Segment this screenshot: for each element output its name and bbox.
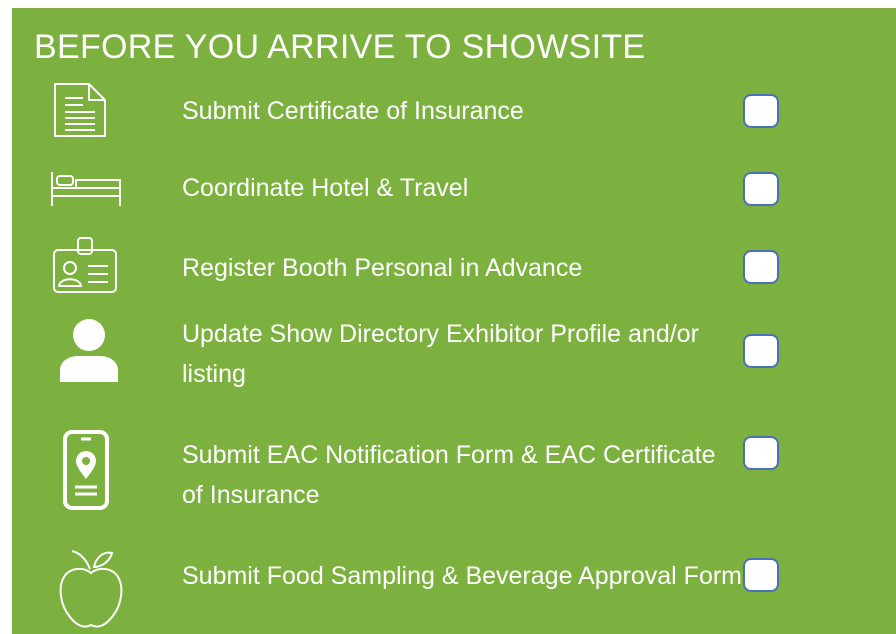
checkbox-eac[interactable] xyxy=(743,436,779,470)
page-title: BEFORE YOU ARRIVE TO SHOWSITE xyxy=(34,28,646,66)
person-icon xyxy=(60,319,118,382)
apple-icon xyxy=(59,550,123,628)
hotel-bed-icon xyxy=(51,172,121,206)
checklist-item-label: Coordinate Hotel & Travel xyxy=(182,174,469,202)
checkbox-insurance[interactable] xyxy=(743,94,779,128)
badge-icon xyxy=(53,237,117,293)
checklist-item-label: Submit EAC Notification Form & EAC Certi… xyxy=(182,441,716,509)
checklist-item-label: Submit Food Sampling & Beverage Approval… xyxy=(182,562,742,590)
mobile-location-icon xyxy=(63,430,109,510)
checklist-item-label: Update Show Directory Exhibitor Profile … xyxy=(182,320,699,388)
checkbox-hotel[interactable] xyxy=(743,172,779,206)
checklist-item-label: Submit Certificate of Insurance xyxy=(182,97,524,125)
checkbox-register-booth[interactable] xyxy=(743,250,779,284)
checklist-panel: BEFORE YOU ARRIVE TO SHOWSITE Submit Cer… xyxy=(12,8,896,634)
checkbox-directory[interactable] xyxy=(743,334,779,368)
checklist-item-label: Register Booth Personal in Advance xyxy=(182,254,583,282)
checkbox-food-sampling[interactable] xyxy=(743,558,779,592)
document-icon xyxy=(54,83,106,137)
